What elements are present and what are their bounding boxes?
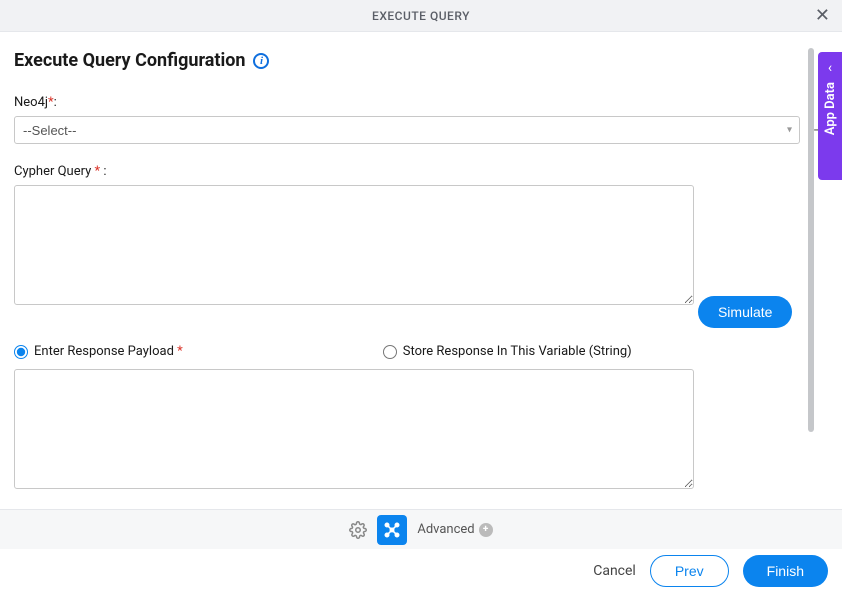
radio-enter-payload-input[interactable] bbox=[14, 345, 28, 359]
neo4j-select-wrap: ▾ bbox=[14, 116, 800, 144]
app-data-tab[interactable]: ‹ App Data bbox=[818, 52, 842, 180]
footer-toolbar: Advanced + bbox=[0, 509, 842, 549]
footer-actions: Cancel Prev Finish bbox=[0, 549, 842, 593]
cancel-button[interactable]: Cancel bbox=[593, 563, 636, 579]
radio-store-variable[interactable]: Store Response In This Variable (String) bbox=[383, 344, 632, 359]
page-title-row: Execute Query Configuration i bbox=[14, 50, 828, 71]
cypher-colon: : bbox=[100, 164, 106, 179]
info-icon[interactable]: i bbox=[253, 53, 269, 69]
radio1-text: Enter Response Payload bbox=[34, 344, 177, 359]
plus-circle-icon: + bbox=[479, 523, 493, 537]
finish-button[interactable]: Finish bbox=[743, 555, 828, 587]
radio-store-variable-input[interactable] bbox=[383, 345, 397, 359]
cypher-query-input[interactable] bbox=[14, 185, 694, 305]
gear-icon[interactable] bbox=[349, 521, 367, 539]
required-mark: * bbox=[177, 344, 183, 359]
modal-title: EXECUTE QUERY bbox=[372, 9, 470, 23]
content-area: Execute Query Configuration i Neo4j*: ▾ … bbox=[0, 32, 842, 493]
modal-header: EXECUTE QUERY ✕ bbox=[0, 0, 842, 32]
radio-enter-payload-label: Enter Response Payload * bbox=[34, 344, 183, 359]
advanced-toggle[interactable]: Advanced + bbox=[417, 522, 492, 537]
page-title: Execute Query Configuration bbox=[14, 50, 245, 71]
cypher-label: Cypher Query * : bbox=[14, 164, 828, 179]
simulate-button[interactable]: Simulate bbox=[698, 296, 792, 328]
neo4j-select-row: ▾ + bbox=[14, 116, 828, 144]
response-radio-row: Enter Response Payload * Store Response … bbox=[14, 344, 828, 359]
neo4j-colon: : bbox=[54, 95, 57, 110]
neo4j-label: Neo4j*: bbox=[14, 95, 828, 110]
radio-store-variable-label: Store Response In This Variable (String) bbox=[403, 344, 632, 359]
app-data-label: App Data bbox=[823, 82, 838, 135]
cypher-label-text: Cypher Query bbox=[14, 164, 95, 179]
response-payload-input[interactable] bbox=[14, 369, 694, 489]
neo4j-label-text: Neo4j bbox=[14, 95, 48, 110]
chevron-left-icon: ‹ bbox=[828, 60, 832, 76]
prev-button[interactable]: Prev bbox=[650, 555, 729, 587]
scrollbar[interactable] bbox=[808, 48, 814, 432]
node-icon[interactable] bbox=[377, 515, 407, 545]
close-icon[interactable]: ✕ bbox=[815, 7, 830, 25]
neo4j-select[interactable] bbox=[14, 116, 800, 144]
radio-enter-payload[interactable]: Enter Response Payload * bbox=[14, 344, 183, 359]
advanced-label: Advanced bbox=[417, 522, 474, 537]
